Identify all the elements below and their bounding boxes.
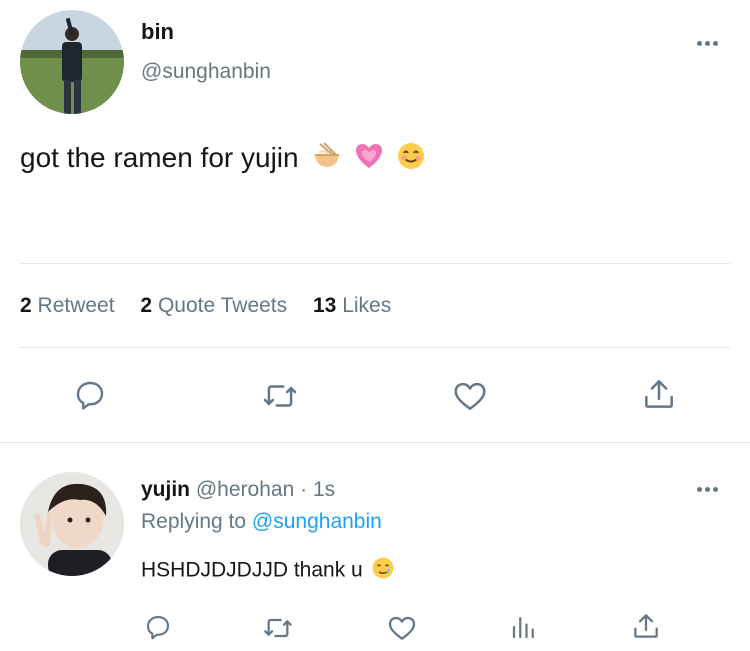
likes-label: Likes — [342, 294, 392, 317]
ramen-bowl-emoji — [312, 141, 342, 178]
quotes-stat[interactable]: 2 Quote Tweets — [140, 294, 293, 317]
tweet-text: got the ramen for yujin — [20, 141, 299, 173]
reply-more-options-icon[interactable] — [697, 487, 718, 492]
reply-retweet-icon[interactable] — [262, 612, 294, 644]
growing-heart-emoji — [354, 141, 384, 178]
replying-to-prefix: Replying to — [141, 510, 247, 533]
likes-stat[interactable]: 13 Likes — [313, 294, 391, 317]
author-display-name[interactable]: bin — [141, 19, 174, 45]
retweets-count: 2 — [20, 294, 32, 317]
likes-count: 13 — [313, 294, 337, 317]
more-options-icon[interactable] — [697, 41, 718, 46]
reply-icon[interactable] — [72, 377, 108, 413]
divider-top — [20, 263, 730, 264]
divider-middle — [20, 347, 730, 348]
smiling-face-emoji — [396, 141, 426, 178]
reply-analytics-icon[interactable] — [509, 612, 539, 642]
reply-separator: · — [300, 478, 308, 501]
reply-like-icon[interactable] — [386, 612, 418, 644]
reply-author-avatar[interactable] — [20, 472, 124, 576]
retweets-label: Retweet — [37, 294, 115, 317]
retweet-icon[interactable] — [261, 377, 299, 415]
quotes-count: 2 — [140, 294, 153, 317]
reply-display-name[interactable]: yujin — [141, 478, 190, 501]
replying-to-link[interactable]: @sunghanbin — [252, 510, 382, 533]
tweet-stats: 2 Retweet 2 Quote Tweets 13 Likes — [20, 294, 391, 318]
tweet-text-line: got the ramen for yujin — [20, 141, 426, 178]
retweets-stat[interactable]: 2 Retweet — [20, 294, 120, 317]
replying-to-line: Replying to @sunghanbin — [141, 510, 382, 534]
share-icon[interactable] — [640, 375, 678, 413]
author-avatar[interactable] — [20, 10, 124, 114]
quotes-label: Quote Tweets — [157, 294, 288, 317]
reply-handle[interactable]: @herohan — [196, 478, 294, 501]
reply-share-icon[interactable] — [630, 610, 662, 642]
reply-text-line: HSHDJDJDJJD thank u — [141, 556, 395, 586]
divider-full — [0, 442, 750, 443]
reply-text: HSHDJDJDJJD thank u — [141, 558, 363, 582]
reply-header: yujin @herohan · 1s — [141, 478, 335, 502]
smiling-face-with-tear-emoji — [371, 556, 395, 586]
author-handle[interactable]: @sunghanbin — [141, 60, 271, 84]
like-icon[interactable] — [451, 377, 489, 415]
reply-reply-icon[interactable] — [143, 612, 173, 642]
reply-timestamp[interactable]: 1s — [313, 478, 335, 501]
